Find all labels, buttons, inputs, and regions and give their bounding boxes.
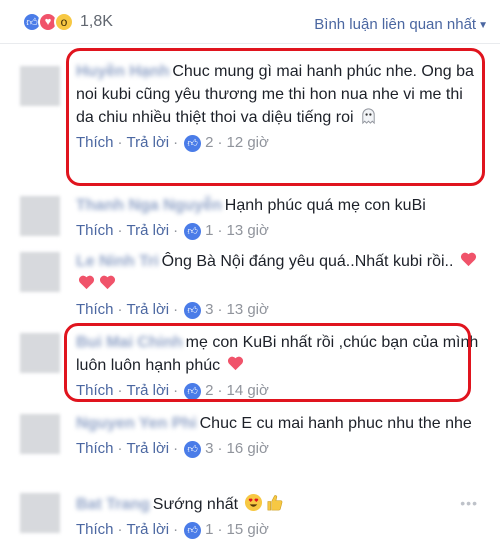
reply-link[interactable]: Trả lời <box>127 438 170 460</box>
like-link[interactable]: Thích <box>76 132 114 154</box>
commenter-name[interactable]: Le Ninh Tri <box>76 250 159 273</box>
timestamp[interactable]: 13 giờ <box>226 220 268 242</box>
comment-content: Ông Bà Nội đáng yêu quá..Nhất kubi rồi.. <box>161 253 454 270</box>
like-icon[interactable]: 👍︎ <box>184 521 202 539</box>
comment-actions: Thích · Trả lời · 👍︎ 1 · 15 giờ <box>76 519 480 541</box>
reply-link[interactable]: Trả lời <box>127 132 170 154</box>
like-link[interactable]: Thích <box>76 220 114 242</box>
comment-text: Nguyen Yen Phi Chuc E cu mai hanh phuc nh… <box>76 412 480 435</box>
separator: · <box>173 134 179 151</box>
comment-text: Bat Trang Sướng nhất <box>76 493 480 516</box>
separator: · <box>117 134 123 151</box>
like-count[interactable]: 1 <box>205 519 213 541</box>
like-link[interactable]: Thích <box>76 438 114 460</box>
reply-link[interactable]: Trả lời <box>127 299 170 321</box>
reply-link[interactable]: Trả lời <box>127 519 170 541</box>
avatar[interactable] <box>20 493 60 533</box>
comment-text: Le Ninh Tri Ông Bà Nội đáng yêu quá..Nhất… <box>76 250 480 296</box>
like-icon[interactable]: 👍︎ <box>184 301 202 319</box>
separator: · <box>173 301 179 318</box>
wow-icon: o <box>54 12 74 32</box>
separator: · <box>117 301 123 318</box>
separator: · <box>217 440 223 457</box>
separator: · <box>173 440 179 457</box>
timestamp[interactable]: 13 giờ <box>226 299 268 321</box>
comment-content: Hạnh phúc quá mẹ con kuBi <box>224 197 426 214</box>
comment-actions: Thích · Trả lời · 👍︎ 2 · 14 giờ <box>76 380 480 402</box>
avatar[interactable] <box>20 333 60 373</box>
chevron-down-icon: ▼ <box>478 19 488 31</box>
heart-emoji-icon <box>227 356 243 371</box>
sort-label: Bình luận liên quan nhất <box>314 16 477 33</box>
like-count[interactable]: 2 <box>205 380 213 402</box>
timestamp[interactable]: 14 giờ <box>226 380 268 402</box>
reaction-count[interactable]: 1,8K <box>80 13 113 31</box>
comment-text: Thanh Nga Nguyễn Hạnh phúc quá mẹ con kuB… <box>76 194 480 217</box>
comment-actions: Thích · Trả lời · 👍︎ 2 · 12 giờ <box>76 132 480 154</box>
separator: · <box>173 222 179 239</box>
separator: · <box>217 521 223 538</box>
avatar[interactable] <box>20 252 60 292</box>
like-icon[interactable]: 👍︎ <box>184 382 202 400</box>
comment-actions: Thích · Trả lời · 👍︎ 1 · 13 giờ <box>76 220 480 242</box>
like-link[interactable]: Thích <box>76 299 114 321</box>
comment-content: Chuc E cu mai hanh phuc nhu the nhe <box>199 415 472 432</box>
separator: · <box>117 382 123 399</box>
like-count[interactable]: 1 <box>205 220 213 242</box>
like-count[interactable]: 3 <box>205 299 213 321</box>
separator: · <box>217 301 223 318</box>
commenter-name[interactable]: Bat Trang <box>76 493 150 516</box>
reaction-bar: 👍︎ ♥ o 1,8K Bình luận liên quan nhất ▼ <box>0 0 500 44</box>
thumbs-up-emoji-icon <box>267 495 282 511</box>
comment-text: Bui Mai Chinh mẹ con KuBi nhất rồi ,chúc … <box>76 331 480 377</box>
avatar[interactable] <box>20 66 60 106</box>
reaction-summary[interactable]: 👍︎ ♥ o 1,8K <box>22 12 113 32</box>
commenter-name[interactable]: Thanh Nga Nguyễn <box>76 194 222 217</box>
like-icon[interactable]: 👍︎ <box>184 222 202 240</box>
like-link[interactable]: Thích <box>76 519 114 541</box>
comment-actions: Thích · Trả lời · 👍︎ 3 · 13 giờ <box>76 299 480 321</box>
separator: · <box>173 521 179 538</box>
commenter-name[interactable]: Bui Mai Chinh <box>76 331 183 354</box>
commenter-name[interactable]: Nguyen Yen Phi <box>76 412 197 435</box>
heart-emoji-icon <box>460 252 476 267</box>
separator: · <box>217 382 223 399</box>
avatar[interactable] <box>20 414 60 454</box>
separator: · <box>117 521 123 538</box>
separator: · <box>117 440 123 457</box>
like-icon[interactable]: 👍︎ <box>184 440 202 458</box>
reply-link[interactable]: Trả lời <box>127 220 170 242</box>
heart-emoji-icon <box>78 275 95 290</box>
comment-content: Sướng nhất <box>152 496 239 513</box>
heart-emoji-icon <box>99 275 116 290</box>
commenter-name[interactable]: Huyền Hạnh <box>76 60 169 83</box>
like-link[interactable]: Thích <box>76 380 114 402</box>
like-count[interactable]: 3 <box>205 438 213 460</box>
comment-text: Huyền Hạnh Chuc mung gì mai hanh phúc nhe… <box>76 60 480 129</box>
heart-eyes-emoji-icon <box>244 493 262 512</box>
timestamp[interactable]: 15 giờ <box>226 519 268 541</box>
separator: · <box>173 382 179 399</box>
avatar[interactable] <box>20 196 60 236</box>
separator: · <box>217 134 223 151</box>
like-icon[interactable]: 👍︎ <box>184 134 202 152</box>
ghost-emoji-icon <box>362 108 375 125</box>
separator: · <box>217 222 223 239</box>
separator: · <box>117 222 123 239</box>
comment-actions: Thích · Trả lời · 👍︎ 3 · 16 giờ <box>76 438 480 460</box>
reply-link[interactable]: Trả lời <box>127 380 170 402</box>
timestamp[interactable]: 16 giờ <box>226 438 268 460</box>
timestamp[interactable]: 12 giờ <box>226 132 268 154</box>
comment-sort-dropdown[interactable]: Bình luận liên quan nhất ▼ <box>314 16 488 33</box>
like-count[interactable]: 2 <box>205 132 213 154</box>
